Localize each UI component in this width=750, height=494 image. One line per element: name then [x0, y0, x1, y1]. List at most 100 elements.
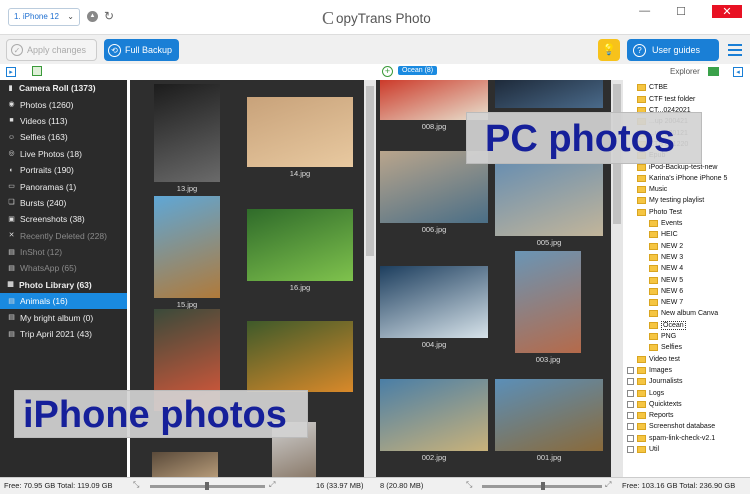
apply-changes-button[interactable]: ✓ Apply changes	[6, 39, 97, 61]
sidebar-item[interactable]: ▤ Animals (16)	[0, 293, 127, 310]
tree-item[interactable]: NEW 6	[649, 286, 683, 297]
lightbulb-icon[interactable]: 💡	[598, 39, 620, 61]
sidebar-item[interactable]: ◎ Live Photos (18)	[0, 146, 127, 162]
add-folder-icon[interactable]: +	[382, 66, 393, 77]
expand-toggle-icon[interactable]	[627, 366, 634, 374]
sidebar-item[interactable]: ◉ Photos (1260)	[0, 96, 127, 112]
device-select[interactable]: 1. iPhone 12 ⌄	[8, 8, 80, 26]
tree-item[interactable]: PNG	[649, 331, 676, 342]
close-button[interactable]: ✕	[712, 5, 742, 18]
tree-item[interactable]: Util	[627, 444, 659, 455]
photo-thumbnail-giraffe[interactable]	[154, 196, 220, 298]
sidebar-item[interactable]: ✕ Recently Deleted (228)	[0, 228, 127, 244]
tree-item[interactable]: Reports	[627, 410, 674, 421]
photo-thumbnail-tiger[interactable]	[247, 321, 353, 392]
window-controls: — ☐ ✕	[639, 5, 742, 18]
full-backup-button[interactable]: ⟲ Full Backup	[104, 39, 179, 61]
tree-item[interactable]: NEW 7	[649, 297, 683, 308]
photo-thumbnail-antelope[interactable]	[152, 452, 218, 477]
expand-toggle-icon[interactable]	[627, 389, 634, 397]
tree-item[interactable]: Quicktexts	[627, 399, 682, 410]
expand-toggle-icon[interactable]	[627, 423, 634, 431]
tree-item[interactable]: Events	[649, 218, 682, 229]
tree-item-label: Music	[649, 186, 668, 194]
photo-thumbnail-person-rocks[interactable]	[515, 251, 581, 353]
tree-item[interactable]: spam-link-check-v2.1	[627, 433, 715, 444]
app-title-text: opyTrans Photo	[336, 10, 431, 26]
refresh-icon[interactable]: ↻	[104, 10, 114, 22]
tree-item[interactable]: My testing playlist	[637, 195, 704, 206]
tree-item-label: NEW 2	[661, 242, 684, 250]
sidebar-item-label: My bright album (0)	[20, 312, 94, 323]
expand-toggle-icon[interactable]	[627, 412, 634, 420]
sidebar-item[interactable]: ☺ Selfies (163)	[0, 129, 127, 145]
tree-item[interactable]: NEW 5	[649, 274, 683, 285]
tree-item[interactable]: NEW 3	[649, 252, 683, 263]
sidebar-item-label: WhatsApp (65)	[20, 263, 77, 274]
sidebar-item[interactable]: ▤ InShot (12)	[0, 244, 127, 260]
iphone-photos-overlay: iPhone photos	[14, 390, 308, 438]
tree-item[interactable]: Images	[627, 365, 672, 376]
minimize-button[interactable]: —	[639, 5, 650, 18]
tree-item[interactable]: Logs	[627, 387, 664, 398]
expand-toggle-icon[interactable]	[627, 378, 634, 386]
expand-toggle-icon[interactable]	[627, 434, 634, 442]
tree-item[interactable]: New album Canva	[649, 308, 718, 319]
eject-icon[interactable]: ▲	[87, 11, 98, 22]
maximize-button[interactable]: ☐	[676, 5, 686, 18]
tree-item-label: Selfies	[661, 344, 683, 352]
sidebar-item[interactable]: ▣ Screenshots (38)	[0, 211, 127, 227]
sidebar-section-header[interactable]: ▮ Camera Roll (1373)	[0, 80, 127, 96]
tree-item[interactable]: Photo Test	[637, 207, 682, 218]
zoom-out-icon[interactable]: ⤡	[466, 480, 472, 490]
new-album-icon[interactable]	[32, 66, 42, 76]
folder-icon	[637, 389, 646, 397]
tree-item[interactable]: Journalists	[627, 376, 682, 387]
tree-item[interactable]: Ocean	[649, 320, 686, 331]
left-zoom-knob[interactable]	[205, 482, 209, 490]
photo-thumbnail-boardwalk[interactable]	[495, 164, 603, 236]
tree-item[interactable]: NEW 4	[649, 263, 683, 274]
hamburger-menu-icon[interactable]	[728, 44, 742, 59]
photo-thumbnail-coast[interactable]	[380, 379, 488, 451]
album-icon: ▤	[8, 248, 15, 256]
tree-item[interactable]: NEW 2	[649, 241, 683, 252]
tree-item[interactable]: Video test	[637, 354, 680, 365]
expand-toggle-icon[interactable]	[627, 400, 634, 408]
tree-item-label: New album Canva	[661, 310, 719, 318]
collapse-left-icon[interactable]: ▸	[6, 67, 16, 77]
tree-item[interactable]: Selfies	[649, 342, 682, 353]
sidebar-item[interactable]: ◐ Portraits (190)	[0, 162, 127, 178]
right-zoom-knob[interactable]	[541, 482, 545, 490]
photo-thumbnail-owl[interactable]	[154, 84, 220, 182]
tree-item[interactable]: HEIC	[649, 229, 678, 240]
photo-thumbnail-woman-sea[interactable]	[495, 379, 603, 451]
tree-item[interactable]: Karina's iPhone iPhone 5	[637, 173, 727, 184]
sidebar-item[interactable]: ▤ My bright album (0)	[0, 309, 127, 325]
sidebar-item[interactable]: ▤ WhatsApp (65)	[0, 260, 127, 276]
tree-item[interactable]: CTBE	[637, 82, 668, 93]
sidebar-section-header[interactable]: ▦ Photo Library (63)	[0, 277, 127, 293]
zoom-in-icon[interactable]: ⤢	[605, 480, 611, 490]
zoom-out-icon[interactable]: ⤡	[133, 480, 139, 490]
tree-item[interactable]: CTF test folder	[637, 94, 695, 105]
photo-thumbnail-lizard[interactable]	[247, 209, 353, 281]
folder-icon[interactable]	[708, 67, 719, 76]
left-scrollbar[interactable]	[364, 80, 376, 477]
photo-thumbnail-ocean-dark[interactable]	[495, 80, 603, 108]
photo-thumbnail-wave[interactable]	[380, 266, 488, 338]
left-pane-header: ▸	[0, 64, 376, 80]
user-guides-button[interactable]: ? User guides	[627, 39, 719, 61]
folder-icon	[637, 197, 646, 205]
collapse-right-icon[interactable]: ◂	[733, 67, 743, 77]
sidebar-item[interactable]: ▤ Trip April 2021 (43)	[0, 326, 127, 342]
zoom-in-icon[interactable]: ⤢	[269, 480, 275, 490]
sidebar-item[interactable]: ■ Videos (113)	[0, 113, 127, 129]
photo-thumbnail-dogs[interactable]	[247, 97, 353, 167]
sidebar-item-label: Photos (1260)	[20, 99, 74, 110]
sidebar-item[interactable]: ▭ Panoramas (1)	[0, 178, 127, 194]
tree-item[interactable]: Screenshot database	[627, 421, 715, 432]
sidebar-item[interactable]: ❏ Bursts (240)	[0, 195, 127, 211]
expand-toggle-icon[interactable]	[627, 446, 634, 454]
tree-item[interactable]: Music	[637, 184, 667, 195]
